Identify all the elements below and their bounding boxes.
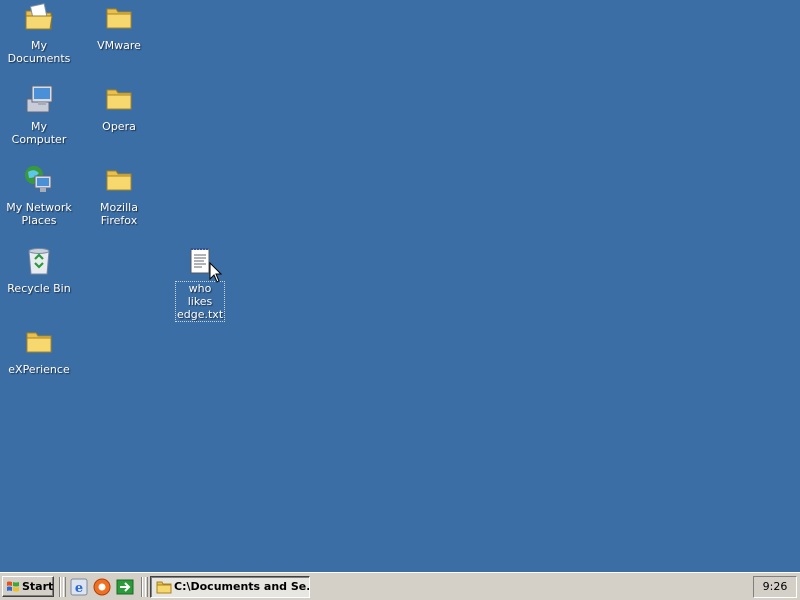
- task-label: C:\Documents and Se...: [174, 580, 310, 593]
- task-list-grip[interactable]: [145, 577, 148, 597]
- my-network-places-icon: [25, 166, 52, 192]
- show-desktop-icon[interactable]: [116, 578, 134, 596]
- desktop-icon-label: Opera: [102, 120, 136, 133]
- folder-icon: [156, 581, 172, 594]
- desktop-icon-experience[interactable]: eXPerience: [1, 326, 77, 377]
- svg-text:e: e: [75, 581, 83, 596]
- my-computer-icon: [26, 85, 53, 113]
- desktop-icon-label: My Network Places: [6, 201, 72, 227]
- desktop-icon-recycle-bin[interactable]: Recycle Bin: [1, 245, 77, 296]
- desktop-icon-label: VMware: [97, 39, 141, 52]
- media-player-icon[interactable]: [93, 578, 111, 596]
- desktop-icon-opera[interactable]: Opera: [81, 83, 157, 134]
- clock: 9:26: [762, 580, 788, 593]
- system-tray-clock[interactable]: 9:26: [753, 576, 797, 598]
- windows-flag-icon: [7, 581, 19, 592]
- taskbar-button-explorer[interactable]: C:\Documents and Se...: [150, 576, 310, 598]
- desktop-icon-mozilla-firefox[interactable]: Mozilla Firefox: [81, 164, 157, 228]
- text-file-icon: [190, 248, 210, 274]
- desktop-icon-label: Mozilla Firefox: [100, 201, 138, 227]
- taskbar: Start e C:\Documents and Se... 9:26: [0, 572, 800, 600]
- internet-explorer-icon[interactable]: e: [70, 578, 88, 596]
- desktop[interactable]: My Documents VMware My Computer Opera My…: [0, 0, 800, 572]
- folder-icon: [26, 332, 52, 353]
- quick-launch-grip[interactable]: [63, 577, 66, 597]
- desktop-icon-label: Recycle Bin: [7, 282, 71, 295]
- taskbar-separator: [59, 577, 61, 597]
- desktop-icon-label: My Computer: [11, 120, 67, 146]
- folder-icon: [106, 8, 132, 29]
- desktop-icon-who-likes-edge-txt[interactable]: who likes edge.txt: [162, 245, 238, 322]
- desktop-icon-label: who likes edge.txt: [175, 281, 225, 322]
- start-button[interactable]: Start: [2, 576, 54, 597]
- recycle-bin-icon: [28, 248, 50, 275]
- taskbar-separator: [141, 577, 143, 597]
- desktop-icon-my-computer[interactable]: My Computer: [1, 83, 77, 147]
- desktop-icon-label: My Documents: [7, 39, 71, 65]
- folder-icon: [106, 170, 132, 191]
- desktop-icon-label: eXPerience: [8, 363, 70, 376]
- start-label: Start: [22, 580, 54, 593]
- desktop-icon-vmware[interactable]: VMware: [81, 2, 157, 53]
- folder-icon: [106, 89, 132, 110]
- desktop-icon-my-documents[interactable]: My Documents: [1, 2, 77, 66]
- my-documents-icon: [25, 3, 53, 30]
- desktop-icon-my-network-places[interactable]: My Network Places: [1, 164, 77, 228]
